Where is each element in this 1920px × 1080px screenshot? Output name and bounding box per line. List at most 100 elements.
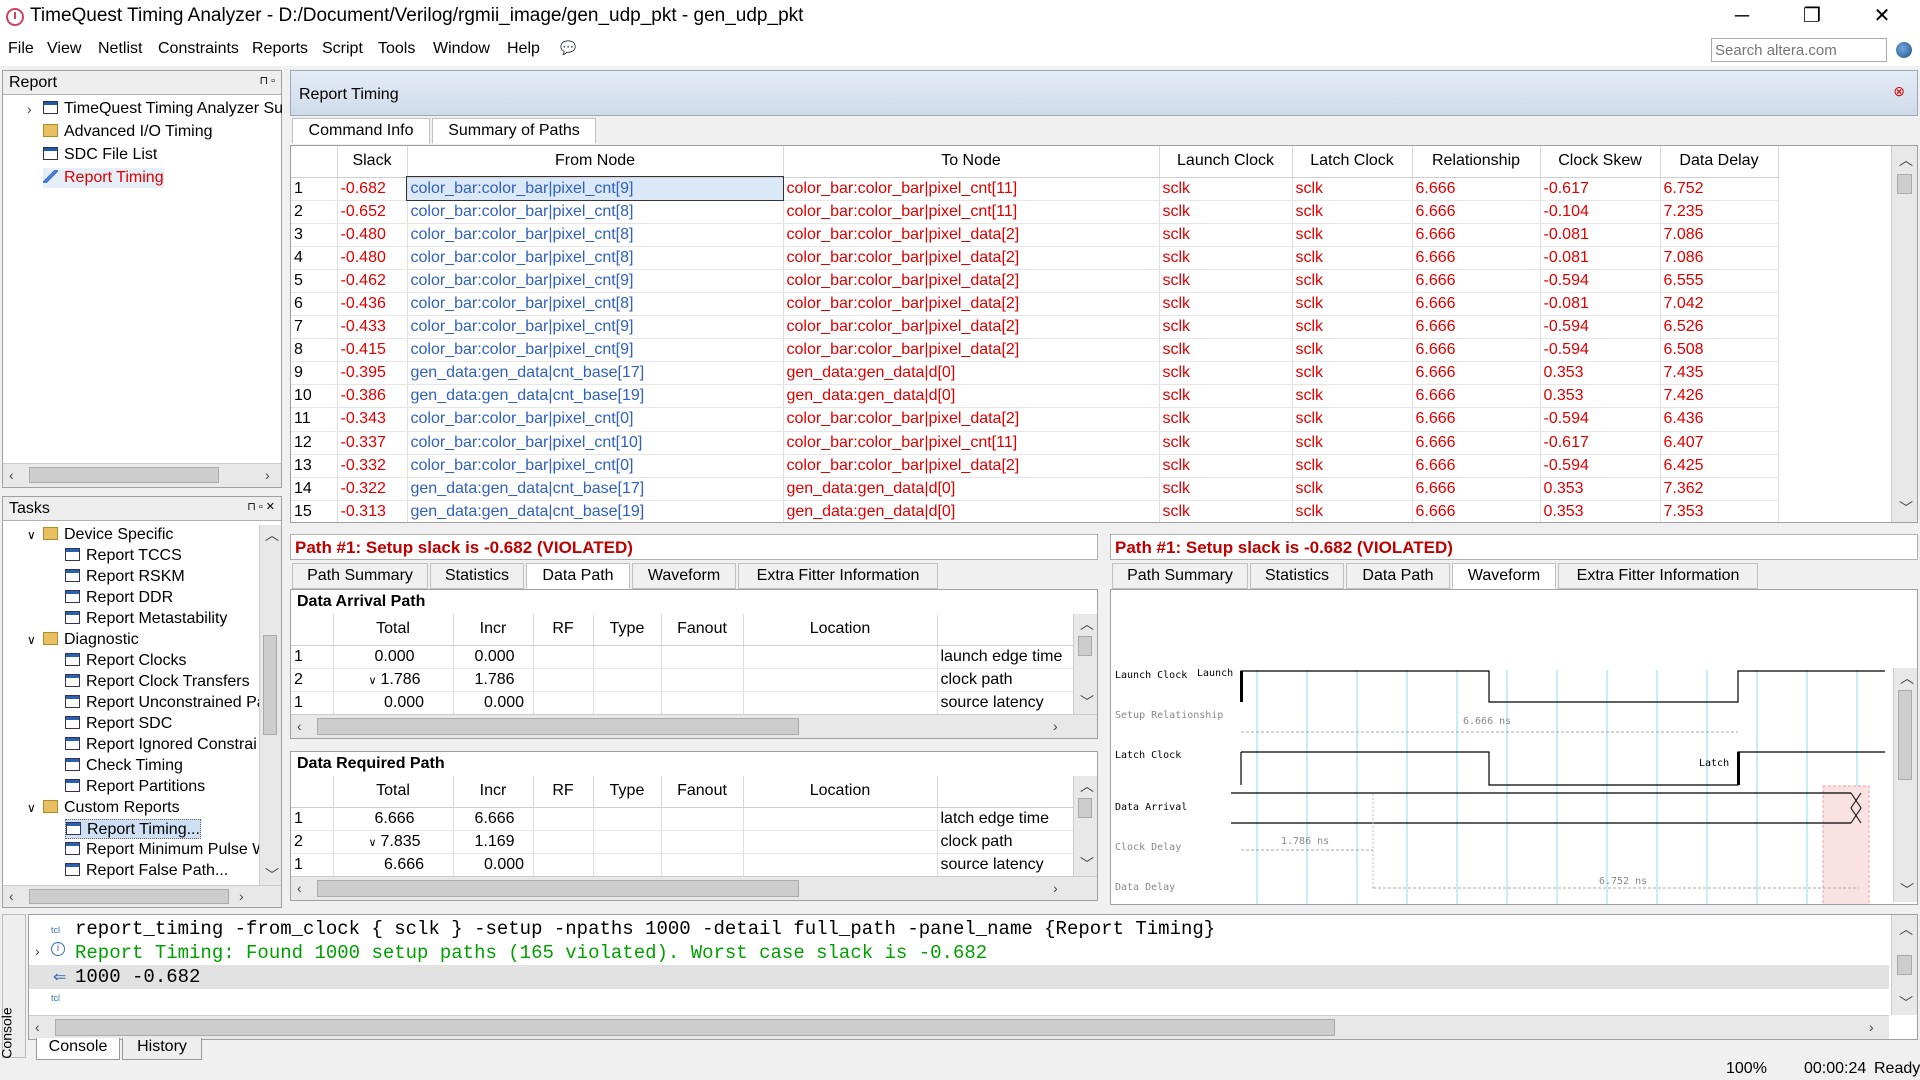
menu-netlist[interactable]: Netlist <box>98 40 142 58</box>
scroll-left-icon[interactable]: ‹ <box>35 1019 40 1035</box>
task-item[interactable]: Report Ignored Constrai <box>65 735 257 755</box>
required-hscrollbar[interactable]: ‹ › <box>291 876 1097 900</box>
menu-file[interactable]: File <box>8 40 34 58</box>
console-hscrollbar[interactable]: ‹ › <box>29 1015 1889 1039</box>
table-row[interactable]: 1 0.000 0.000 launch edge time <box>291 645 1075 669</box>
column-header[interactable]: Location <box>743 776 938 808</box>
scroll-thumb[interactable] <box>1078 636 1092 656</box>
scroll-right-icon[interactable]: › <box>265 467 270 483</box>
table-row[interactable]: 10 -0.386 gen_data:gen_data|cnt_base[19] ge… <box>291 384 1779 409</box>
scroll-down-icon[interactable]: ﹀ <box>1080 692 1094 712</box>
task-item[interactable]: Check Timing <box>65 756 183 776</box>
menu-view[interactable]: View <box>47 40 81 58</box>
task-item[interactable]: Report Partitions <box>65 777 205 797</box>
task-item[interactable]: Report Minimum Pulse W <box>65 840 267 860</box>
scroll-up-icon[interactable]: ︿ <box>1080 776 1094 796</box>
tab-data-path[interactable]: Data Path <box>526 563 630 589</box>
scroll-thumb[interactable] <box>1897 174 1912 194</box>
task-item[interactable]: Report SDC <box>65 714 172 734</box>
tab-data-path[interactable]: Data Path <box>1346 563 1450 589</box>
summary-vscrollbar[interactable]: ︿ ﹀ <box>1891 146 1917 522</box>
help-cursor-icon[interactable]: 💬 <box>560 40 576 56</box>
column-header[interactable]: Relationship <box>1412 146 1541 178</box>
chevron-down-icon[interactable]: ∨ <box>368 675 376 687</box>
tab-command-info[interactable]: Command Info <box>292 118 430 144</box>
column-header[interactable]: Type <box>593 776 662 808</box>
dock-icon[interactable]: ⊓ ▫ <box>259 74 275 87</box>
table-row[interactable]: 7 -0.433 color_bar:color_bar|pixel_cnt[9] c… <box>291 315 1779 340</box>
task-item[interactable]: Report DDR <box>65 588 173 608</box>
scroll-thumb[interactable] <box>1897 955 1912 975</box>
column-header[interactable] <box>937 614 1075 646</box>
scroll-down-icon[interactable]: ﹀ <box>265 865 279 885</box>
tab-history[interactable]: History <box>122 1038 202 1060</box>
table-row[interactable]: 5 -0.462 color_bar:color_bar|pixel_cnt[9] c… <box>291 269 1779 293</box>
column-header[interactable]: Fanout <box>661 614 744 646</box>
table-row[interactable]: 1 6.666 0.000 source latency <box>291 853 1075 877</box>
table-row[interactable]: 11 -0.343 color_bar:color_bar|pixel_cnt[0]… <box>291 407 1779 432</box>
column-header[interactable]: From Node <box>407 146 784 178</box>
console-vscrollbar[interactable]: ︿ ﹀ <box>1891 915 1917 1015</box>
tab-waveform[interactable]: Waveform <box>1452 563 1556 589</box>
scroll-up-icon[interactable]: ︿ <box>1080 614 1094 634</box>
column-header[interactable]: Total <box>333 614 454 646</box>
tab-console[interactable]: Console <box>36 1038 120 1060</box>
column-header[interactable]: Fanout <box>661 776 744 808</box>
column-header[interactable]: RF <box>533 776 594 808</box>
dock-close-icon[interactable]: ⊓ ▫ ✕ <box>247 500 275 513</box>
scroll-right-icon[interactable]: › <box>239 888 244 904</box>
task-item[interactable]: Report Clock Transfers <box>65 672 250 692</box>
column-header[interactable] <box>937 776 1075 808</box>
chevron-down-icon[interactable]: ∨ <box>27 630 43 650</box>
required-vscrollbar[interactable]: ︿ ﹀ <box>1073 776 1097 876</box>
menu-tools[interactable]: Tools <box>378 40 415 58</box>
scroll-up-icon[interactable]: ︿ <box>1900 668 1914 688</box>
tab-path-summary[interactable]: Path Summary <box>1112 563 1248 589</box>
scroll-left-icon[interactable]: ‹ <box>297 880 302 896</box>
tree-item-advanced-io[interactable]: Advanced I/O Timing <box>43 122 213 142</box>
tree-item-sdc-file-list[interactable]: SDC File List <box>43 145 157 165</box>
search-input[interactable] <box>1711 38 1887 62</box>
globe-icon[interactable] <box>1896 42 1912 58</box>
waveform-vscrollbar[interactable]: ︿ ﹀ <box>1893 668 1917 902</box>
scroll-thumb[interactable] <box>1898 690 1912 780</box>
minimize-button[interactable]: ─ <box>1712 0 1772 34</box>
task-item[interactable]: Report Unconstrained Pa <box>65 693 266 713</box>
scroll-left-icon[interactable]: ‹ <box>9 888 14 904</box>
chevron-right-icon[interactable]: › <box>27 101 32 117</box>
column-header[interactable]: Clock Skew <box>1540 146 1661 178</box>
column-header[interactable]: To Node <box>783 146 1160 178</box>
table-row[interactable]: 2 ∨ 7.835 1.169 clock path <box>291 830 1075 854</box>
scroll-thumb[interactable] <box>29 889 229 904</box>
table-row[interactable]: 15 -0.313 gen_data:gen_data|cnt_base[19] ge… <box>291 500 1779 522</box>
table-row[interactable]: 4 -0.480 color_bar:color_bar|pixel_cnt[8] c… <box>291 246 1779 270</box>
tab-waveform[interactable]: Waveform <box>632 563 736 589</box>
close-button[interactable]: ✕ <box>1852 0 1912 34</box>
column-header[interactable]: Slack <box>337 146 408 178</box>
tab-extra-fitter[interactable]: Extra Fitter Information <box>1558 563 1758 589</box>
tree-item-summary[interactable]: TimeQuest Timing Analyzer Su <box>43 99 283 119</box>
menu-script[interactable]: Script <box>322 40 363 58</box>
menu-window[interactable]: Window <box>433 40 490 58</box>
report-panel-hscrollbar[interactable]: ‹ › <box>3 463 281 487</box>
scroll-down-icon[interactable]: ﹀ <box>1899 993 1913 1013</box>
console-side-tab[interactable]: Console <box>0 914 26 1059</box>
maximize-button[interactable]: ❐ <box>1782 0 1842 34</box>
scroll-down-icon[interactable]: ﹀ <box>1080 854 1094 874</box>
table-row[interactable]: 6 -0.436 color_bar:color_bar|pixel_cnt[8] c… <box>291 292 1779 317</box>
task-item[interactable]: Report RSKM <box>65 567 185 587</box>
scroll-right-icon[interactable]: › <box>1053 880 1058 896</box>
table-row[interactable]: 2 ∨ 1.786 1.786 clock path <box>291 668 1075 692</box>
table-row[interactable]: 3 -0.480 color_bar:color_bar|pixel_cnt[8] c… <box>291 223 1779 247</box>
scroll-thumb[interactable] <box>317 718 799 735</box>
scroll-thumb[interactable] <box>55 1019 1335 1036</box>
scroll-down-icon[interactable]: ﹀ <box>1900 880 1914 900</box>
scroll-right-icon[interactable]: › <box>1053 718 1058 734</box>
menu-reports[interactable]: Reports <box>252 40 308 58</box>
column-header[interactable] <box>291 146 338 178</box>
menu-constraints[interactable]: Constraints <box>158 40 239 58</box>
tab-extra-fitter[interactable]: Extra Fitter Information <box>738 563 938 589</box>
column-header[interactable]: Incr <box>453 776 534 808</box>
scroll-up-icon[interactable]: ︿ <box>1899 919 1913 939</box>
column-header[interactable]: Type <box>593 614 662 646</box>
